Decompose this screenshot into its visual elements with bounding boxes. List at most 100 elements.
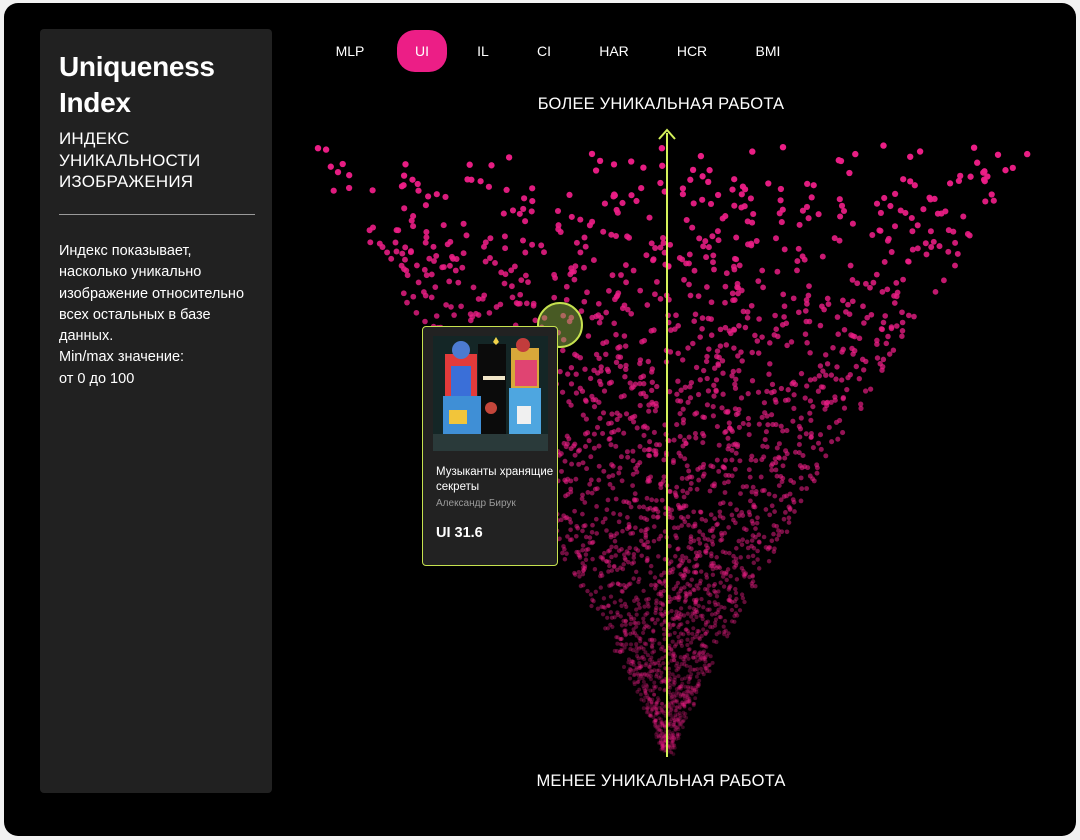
artwork-dot[interactable] [639, 339, 645, 345]
artwork-dot[interactable] [717, 509, 723, 515]
artwork-dot[interactable] [694, 674, 699, 679]
artwork-dot[interactable] [714, 594, 720, 599]
artwork-dot[interactable] [726, 631, 731, 636]
artwork-dot[interactable] [707, 528, 713, 534]
artwork-dot[interactable] [687, 292, 694, 299]
artwork-dot[interactable] [672, 326, 678, 332]
artwork-dot[interactable] [634, 425, 640, 431]
artwork-dot[interactable] [839, 377, 845, 383]
artwork-dot[interactable] [659, 701, 664, 706]
artwork-dot[interactable] [589, 540, 595, 546]
artwork-dot[interactable] [730, 297, 736, 304]
artwork-dot[interactable] [677, 622, 682, 627]
artwork-dot[interactable] [646, 671, 651, 676]
artwork-dot[interactable] [669, 608, 674, 614]
artwork-dot[interactable] [694, 690, 699, 695]
artwork-dot[interactable] [736, 368, 742, 374]
artwork-dot[interactable] [768, 389, 775, 396]
artwork-dot[interactable] [728, 598, 733, 604]
artwork-dot[interactable] [766, 558, 772, 564]
artwork-dot[interactable] [574, 534, 579, 539]
artwork-dot[interactable] [820, 384, 826, 390]
artwork-dot[interactable] [576, 569, 582, 575]
artwork-dot[interactable] [467, 311, 474, 317]
artwork-dot[interactable] [746, 467, 752, 473]
artwork-dot[interactable] [849, 298, 856, 305]
artwork-dot[interactable] [695, 391, 702, 398]
artwork-dot[interactable] [837, 213, 844, 220]
artwork-dot[interactable] [760, 284, 766, 291]
artwork-dot[interactable] [615, 635, 620, 640]
artwork-dot[interactable] [564, 551, 569, 556]
artwork-dot[interactable] [395, 227, 402, 234]
artwork-dot[interactable] [911, 313, 917, 320]
artwork-dot[interactable] [648, 714, 653, 718]
artwork-dot[interactable] [834, 364, 840, 370]
artwork-dot[interactable] [713, 353, 720, 360]
artwork-dot[interactable] [687, 605, 692, 610]
artwork-dot[interactable] [753, 238, 760, 244]
artwork-dot[interactable] [729, 290, 736, 297]
artwork-dot[interactable] [701, 471, 707, 477]
artwork-dot[interactable] [562, 458, 568, 464]
artwork-dot[interactable] [688, 486, 693, 492]
artwork-dot[interactable] [738, 555, 743, 560]
artwork-dot[interactable] [521, 195, 528, 202]
artwork-dot[interactable] [705, 545, 710, 551]
artwork-dot[interactable] [786, 520, 792, 525]
artwork-dot[interactable] [604, 528, 609, 533]
artwork-dot[interactable] [661, 457, 667, 463]
artwork-dot[interactable] [840, 346, 846, 353]
artwork-dot[interactable] [402, 244, 409, 251]
artwork-dot[interactable] [682, 714, 686, 718]
artwork-dot[interactable] [520, 237, 526, 244]
artwork-dot[interactable] [637, 380, 643, 387]
artwork-dot[interactable] [601, 596, 607, 601]
artwork-dot[interactable] [577, 216, 584, 223]
artwork-dot[interactable] [684, 476, 690, 481]
artwork-dot[interactable] [773, 326, 779, 332]
artwork-dot[interactable] [841, 327, 848, 333]
artwork-dot[interactable] [817, 322, 824, 329]
artwork-dot[interactable] [734, 284, 740, 291]
artwork-dot[interactable] [648, 688, 653, 693]
artwork-dot[interactable] [682, 567, 688, 573]
artwork-dot[interactable] [619, 478, 625, 484]
artwork-dot[interactable] [802, 308, 809, 314]
artwork-dot[interactable] [620, 528, 625, 534]
artwork-dot[interactable] [653, 400, 659, 407]
artwork-dot[interactable] [931, 195, 938, 202]
artwork-dot[interactable] [769, 381, 776, 388]
artwork-dot[interactable] [692, 521, 698, 527]
artwork-dot[interactable] [739, 592, 745, 597]
artwork-dot[interactable] [608, 534, 614, 540]
artwork-dot[interactable] [767, 340, 773, 346]
artwork-dot[interactable] [659, 497, 665, 503]
artwork-dot[interactable] [704, 644, 709, 649]
artwork-dot[interactable] [703, 254, 710, 261]
artwork-dot[interactable] [691, 538, 697, 544]
artwork-dot[interactable] [659, 670, 664, 675]
artwork-dot[interactable] [687, 668, 692, 673]
artwork-dot[interactable] [624, 233, 631, 240]
artwork-dot[interactable] [591, 404, 598, 410]
artwork-dot[interactable] [714, 348, 721, 354]
artwork-dot[interactable] [615, 612, 620, 618]
artwork-dot[interactable] [683, 594, 688, 599]
artwork-dot[interactable] [530, 300, 537, 307]
artwork-dot[interactable] [446, 278, 453, 285]
artwork-dot[interactable] [633, 569, 639, 575]
artwork-dot[interactable] [684, 663, 689, 668]
artwork-dot[interactable] [930, 238, 937, 245]
artwork-dot[interactable] [653, 452, 659, 458]
artwork-dot[interactable] [674, 422, 680, 428]
artwork-dot[interactable] [874, 341, 880, 347]
artwork-dot[interactable] [662, 632, 667, 637]
artwork-dot[interactable] [366, 227, 373, 234]
artwork-dot[interactable] [541, 249, 547, 256]
artwork-dot[interactable] [509, 283, 515, 290]
artwork-dot[interactable] [678, 655, 683, 660]
artwork-dot[interactable] [686, 251, 693, 258]
artwork-dot[interactable] [835, 436, 841, 442]
artwork-dot[interactable] [714, 555, 719, 560]
